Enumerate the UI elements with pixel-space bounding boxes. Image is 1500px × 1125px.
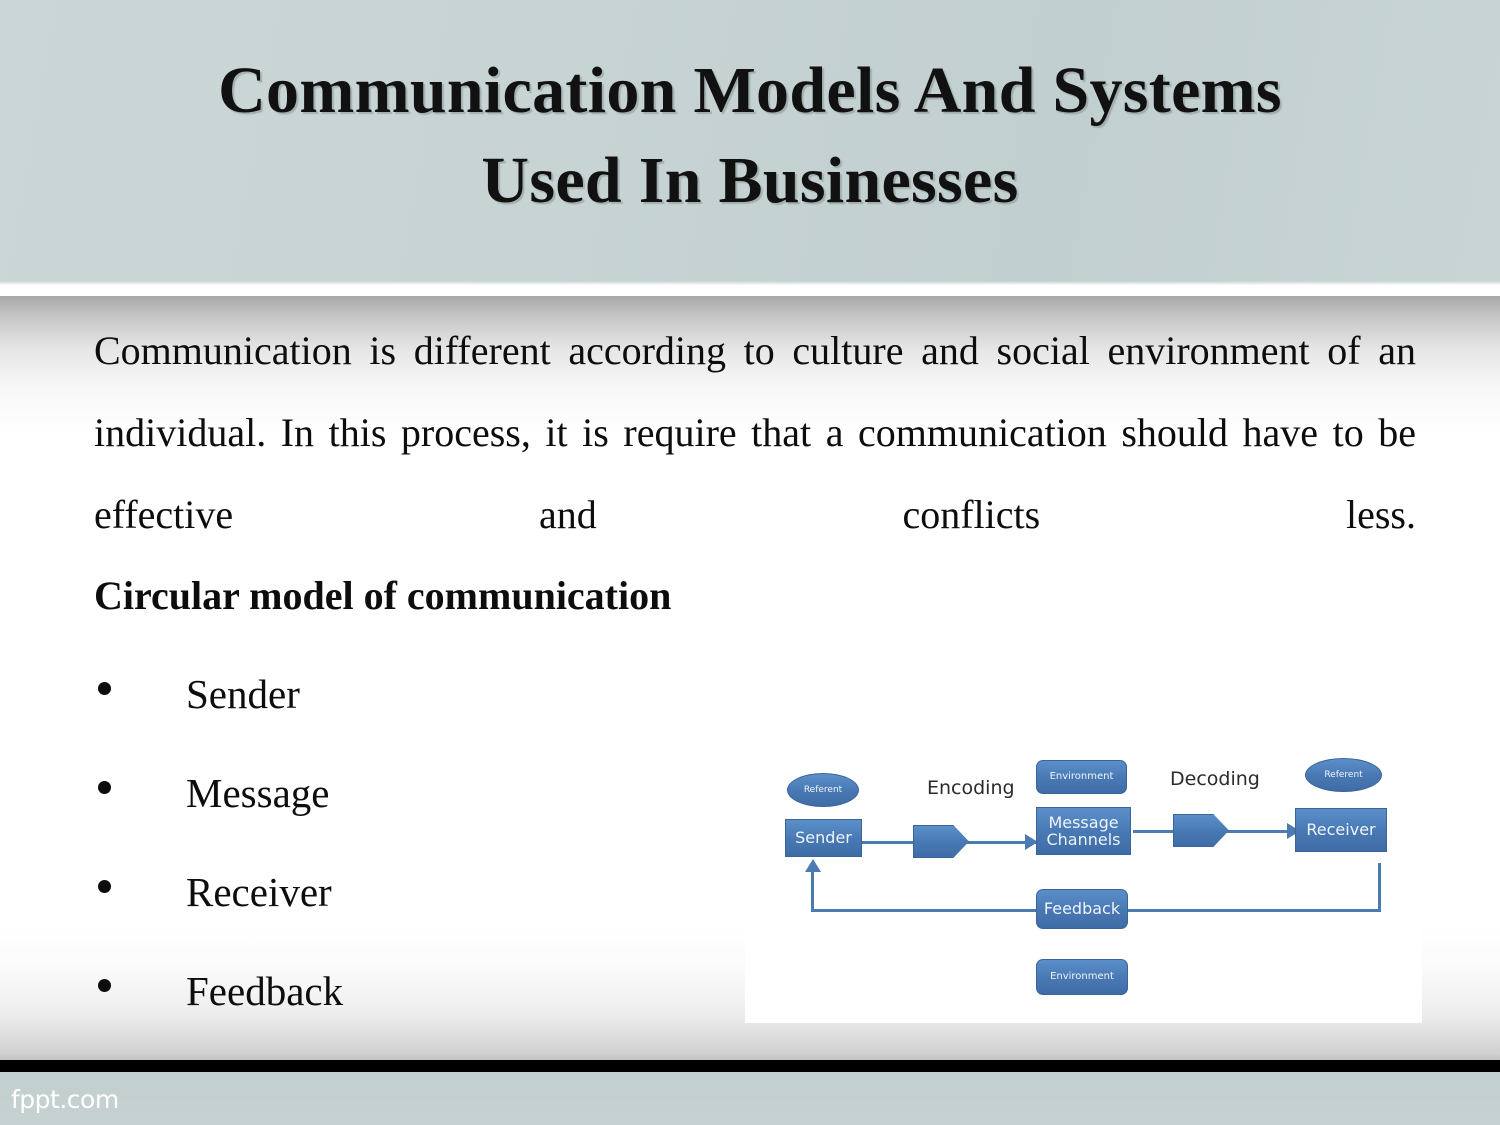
node-environment-bottom: Environment: [1036, 959, 1128, 995]
node-environment-top: Environment: [1036, 760, 1127, 794]
label-decoding: Decoding: [1170, 768, 1260, 790]
list-item: Message: [94, 763, 694, 862]
connector-receiver-to-feedback: [1095, 909, 1381, 912]
section-subheading: Circular model of communication: [94, 573, 672, 618]
header-separator: [0, 285, 1500, 296]
page-title: Communication Models And Systems Used In…: [0, 46, 1500, 226]
encoding-chevron-icon: [913, 825, 969, 858]
node-receiver: Receiver: [1295, 808, 1387, 852]
list-item-label: Receiver: [186, 869, 332, 915]
node-referent-left: Referent: [787, 773, 859, 807]
footer-logo: fppt.com: [11, 1085, 119, 1114]
arrow-to-sender-icon: [805, 859, 821, 872]
list-item-label: Feedback: [186, 968, 344, 1014]
bullet-dot-icon: [98, 979, 111, 992]
node-feedback: Feedback: [1036, 889, 1128, 929]
bullet-dot-icon: [98, 682, 111, 695]
footer-divider-bar: [0, 1060, 1500, 1072]
connector-feedback-to-sender-horizontal: [811, 909, 1038, 912]
presentation-slide: Communication Models And Systems Used In…: [0, 0, 1500, 1125]
page-title-line-1: Communication Models And Systems: [218, 54, 1282, 127]
node-referent-right: Referent: [1305, 758, 1382, 792]
list-item: Receiver: [94, 862, 694, 961]
list-item-label: Message: [186, 770, 330, 816]
list-item: Sender: [94, 664, 694, 763]
footer-band: [0, 1072, 1500, 1125]
circular-model-bullet-list: Sender Message Receiver Feedback: [94, 664, 694, 1060]
node-message-channels: Message Channels: [1036, 807, 1131, 855]
decoding-chevron-icon: [1173, 814, 1229, 847]
node-message-channels-line-1: Message: [1048, 812, 1119, 832]
page-title-line-2: Used In Businesses: [481, 144, 1019, 217]
communication-model-diagram: Referent Sender Encoding Environment Mes…: [745, 723, 1422, 1023]
connector-feedback-to-sender-vertical: [811, 871, 814, 912]
label-encoding: Encoding: [927, 777, 1015, 799]
communication-model-diagram-panel: Referent Sender Encoding Environment Mes…: [745, 723, 1422, 1023]
bullet-dot-icon: [98, 781, 111, 794]
slide-content: Communication is different according to …: [0, 296, 1500, 1060]
bullet-dot-icon: [98, 880, 111, 893]
list-item-label: Sender: [186, 671, 300, 717]
node-message-channels-line-2: Channels: [1046, 830, 1121, 849]
connector-receiver-down: [1378, 863, 1381, 912]
node-sender: Sender: [785, 819, 862, 857]
list-item: Feedback: [94, 961, 694, 1060]
